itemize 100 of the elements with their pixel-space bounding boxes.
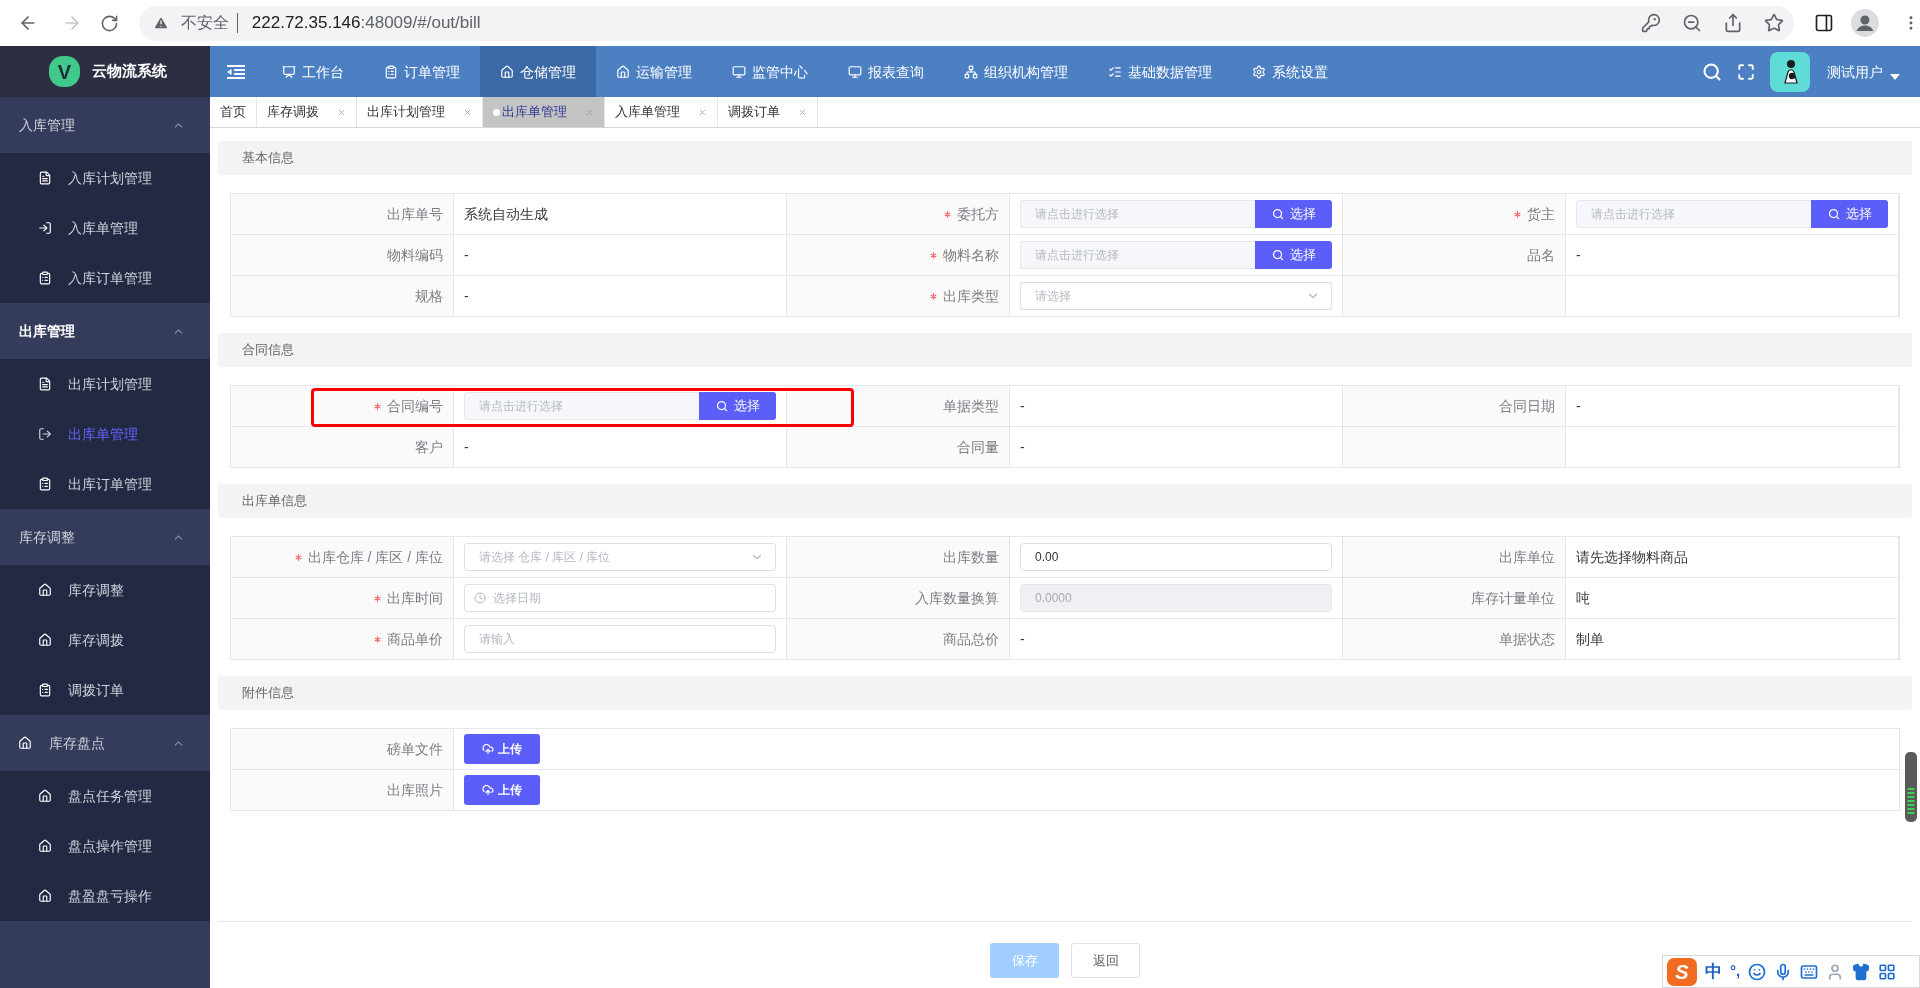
clipboard-icon: [38, 683, 52, 697]
house-icon: [38, 633, 52, 647]
hierarchy-icon: [964, 64, 978, 79]
select-field[interactable]: 请选择 仓库 / 库区 / 库位: [464, 543, 776, 571]
field-label: 磅单文件: [387, 740, 443, 759]
share-icon[interactable]: [1723, 13, 1744, 33]
sidebar-item[interactable]: 入库计划管理: [0, 153, 210, 203]
profile-avatar-icon[interactable]: [1851, 9, 1880, 37]
field-label: 客户: [415, 438, 443, 457]
search-icon: [1271, 208, 1284, 220]
nav-tab[interactable]: 订单管理: [364, 46, 480, 97]
zoom-out-icon[interactable]: [1682, 13, 1703, 33]
user-name[interactable]: 测试用户: [1827, 61, 1883, 82]
sidebar-group-header[interactable]: 出库管理: [0, 303, 210, 359]
caret-icon[interactable]: [1890, 73, 1900, 80]
field-label: 货主: [1527, 205, 1555, 224]
field-value: -: [1020, 438, 1025, 457]
sidebar-item[interactable]: 库存调拨: [0, 615, 210, 665]
nav-tab[interactable]: 监管中心: [712, 46, 828, 97]
field-value: -: [1576, 246, 1581, 265]
clock-icon: [474, 592, 486, 604]
star-icon[interactable]: [1764, 13, 1785, 33]
nav-tab[interactable]: 组织机构管理: [944, 46, 1088, 97]
list-icon: [1108, 64, 1122, 79]
sidebar-item[interactable]: 盘盈盘亏操作: [0, 871, 210, 921]
field-label: 库存计量单位: [1471, 589, 1555, 608]
sidebar-item[interactable]: 库存调整: [0, 565, 210, 615]
cloud-upload-icon: [482, 743, 494, 755]
field-value: 吨: [1576, 589, 1590, 608]
footer-button[interactable]: 返回: [1071, 943, 1140, 978]
picker-input[interactable]: 请点击进行选择: [1020, 200, 1255, 228]
field-label: 合同日期: [1499, 397, 1555, 416]
field-value: -: [464, 246, 469, 265]
upload-button[interactable]: 上传: [464, 734, 540, 764]
select-field[interactable]: 请选择: [1020, 282, 1332, 310]
nav-tab[interactable]: 报表查询: [828, 46, 944, 97]
field-value: -: [1020, 397, 1025, 416]
app-name: 云物流系统: [92, 61, 167, 82]
smiley-icon[interactable]: [1748, 962, 1767, 981]
section-header: 基本信息: [218, 141, 1912, 175]
sidebar-item[interactable]: 出库订单管理: [0, 459, 210, 509]
sidebar-item[interactable]: 盘点任务管理: [0, 771, 210, 821]
field-label: 物料编码: [387, 246, 443, 265]
sidebar-item[interactable]: 盘点操作管理: [0, 821, 210, 871]
house-icon: [38, 889, 52, 903]
punctuation-label[interactable]: °,: [1730, 960, 1741, 983]
text-input[interactable]: 请输入: [464, 625, 776, 653]
picker-input[interactable]: 请点击进行选择: [1576, 200, 1811, 228]
grid-icon[interactable]: [1878, 962, 1897, 981]
clipboard-icon: [38, 271, 52, 285]
sidebar-item[interactable]: 入库单管理: [0, 203, 210, 253]
sidebar-item[interactable]: 调拨订单: [0, 665, 210, 715]
field-label: 单据类型: [943, 397, 999, 416]
text-input[interactable]: 0.00: [1020, 543, 1332, 571]
document-icon: [38, 171, 52, 185]
security-label: 不安全: [180, 13, 229, 33]
search-icon[interactable]: [1702, 61, 1722, 82]
field-label: 合同编号: [387, 397, 443, 416]
search-icon: [1827, 208, 1840, 220]
sidebar-group-header[interactable]: 库存调整: [0, 509, 210, 565]
reload-icon[interactable]: [99, 13, 119, 33]
nav-tab[interactable]: 工作台: [262, 46, 364, 97]
field-value: -: [464, 438, 469, 457]
key-icon[interactable]: [1641, 13, 1662, 33]
address-bar[interactable]: 不安全 222.72.35.146:48009/#/out/bill: [138, 5, 1795, 41]
side-panel-icon[interactable]: [1814, 13, 1835, 33]
field-value: 请先选择物料商品: [1576, 548, 1688, 567]
select-button[interactable]: 选择: [699, 392, 776, 420]
picker-input[interactable]: 请点击进行选择: [1020, 241, 1255, 269]
clipboard-icon: [384, 64, 398, 79]
field-value: -: [1020, 630, 1025, 649]
date-field[interactable]: 选择日期: [464, 584, 776, 612]
upload-button[interactable]: 上传: [464, 775, 540, 805]
select-button[interactable]: 选择: [1811, 200, 1888, 228]
presentation-icon: [282, 64, 296, 79]
field-value: 制单: [1576, 630, 1604, 649]
field-value: -: [464, 287, 469, 306]
field-label: 出库类型: [943, 287, 999, 306]
field-label: 商品总价: [943, 630, 999, 649]
nav-tab[interactable]: 系统设置: [1232, 46, 1348, 97]
keyboard-icon[interactable]: [1800, 962, 1819, 981]
field-label: 规格: [415, 287, 443, 306]
search-icon: [1271, 249, 1284, 261]
shirt-icon[interactable]: [1852, 962, 1871, 981]
nav-tab[interactable]: 仓储管理: [480, 46, 596, 97]
fullscreen-icon[interactable]: [1737, 62, 1755, 81]
page-tab[interactable]: 出库单管理: [483, 97, 605, 127]
select-button[interactable]: 选择: [1255, 241, 1332, 269]
select-button[interactable]: 选择: [1255, 200, 1332, 228]
picker-input[interactable]: 请点击进行选择: [464, 392, 699, 420]
sidebar-item[interactable]: 入库订单管理: [0, 253, 210, 303]
nav-tab[interactable]: 运输管理: [596, 46, 712, 97]
nav-tab[interactable]: 基础数据管理: [1088, 46, 1232, 97]
url-text: 222.72.35.146:48009/#/out/bill: [251, 12, 481, 35]
user-avatar-icon[interactable]: [1770, 51, 1810, 92]
sidebar-group-header[interactable]: 入库管理: [0, 97, 210, 153]
sidebar-group-header[interactable]: 库存盘点: [0, 715, 210, 771]
input-mode-label[interactable]: 中: [1705, 958, 1722, 985]
sidebar-item[interactable]: 出库计划管理: [0, 359, 210, 409]
sign-out-icon: [38, 427, 52, 441]
